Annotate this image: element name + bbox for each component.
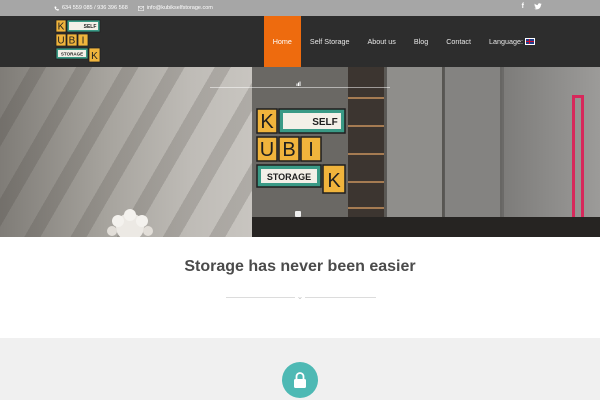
logo-storage: STORAGE <box>61 52 83 57</box>
phone-text: 634 559 085 / 936 396 568 <box>62 5 128 11</box>
site-header: K SELF U B I STORAGE K Home Self Storage… <box>0 16 600 67</box>
logo-letter-i: I <box>82 36 85 47</box>
contact-info: 634 559 085 / 936 396 568 info@kubikself… <box>54 5 213 11</box>
logo-letter-u: U <box>57 36 64 47</box>
hero-banner: K SELF U B I STORAGE K <box>0 67 600 237</box>
hero-logo-storage: STORAGE <box>267 172 311 182</box>
hero-logo-letter-i: I <box>308 139 314 161</box>
nav-blog[interactable]: Blog <box>405 16 437 67</box>
logo-self: SELF <box>84 24 97 30</box>
slider-grid-icon[interactable] <box>296 81 301 86</box>
hero-door-right <box>444 67 500 237</box>
lock-feature-badge <box>282 362 318 398</box>
phone-info: 634 559 085 / 936 396 568 <box>54 5 128 11</box>
hero-logo-self: SELF <box>312 117 338 128</box>
phone-icon <box>54 6 59 11</box>
nav-language-label: Language: <box>489 37 523 46</box>
hero-shelves <box>348 67 384 237</box>
nav-about-us[interactable]: About us <box>358 16 404 67</box>
nav-contact[interactable]: Contact <box>437 16 480 67</box>
hero-logo-letter-b: B <box>282 139 295 161</box>
hero-glass-panel <box>502 67 600 237</box>
facebook-icon[interactable]: f <box>522 3 524 10</box>
slider-dot[interactable] <box>295 211 301 217</box>
email-text[interactable]: info@kubikselfstorage.com <box>147 5 213 11</box>
chevron-down-icon: ⌄ <box>295 292 305 302</box>
social-links: f <box>522 3 542 10</box>
hero-logo-letter-k2: K <box>327 170 341 192</box>
mail-icon <box>137 5 144 11</box>
hero-logo-letter-k1: K <box>260 111 274 133</box>
top-bar: 634 559 085 / 936 396 568 info@kubikself… <box>0 0 600 16</box>
hero-logo-letter-u: U <box>260 139 274 161</box>
tagline-heading: Storage has never been easier <box>184 258 416 275</box>
lock-icon <box>294 372 306 388</box>
hero-door-left <box>386 67 442 237</box>
kubik-logo[interactable]: K SELF U B I STORAGE K <box>55 19 101 65</box>
hero-sculpture <box>107 209 153 237</box>
hero-floor <box>252 217 600 237</box>
logo-letter-b: B <box>69 36 76 47</box>
twitter-icon[interactable] <box>534 3 542 10</box>
email-info[interactable]: info@kubikselfstorage.com <box>137 5 213 11</box>
logo-letter-k2: K <box>91 51 98 62</box>
logo-letter-k1: K <box>58 22 65 33</box>
hero-divider-line <box>210 87 390 88</box>
uk-flag-icon <box>525 38 535 45</box>
hero-kubik-logo: K SELF U B I STORAGE K <box>256 108 346 194</box>
nav-self-storage[interactable]: Self Storage <box>301 16 359 67</box>
nav-home[interactable]: Home <box>263 16 301 67</box>
nav-language[interactable]: Language: <box>480 16 543 67</box>
main-nav: Home Self Storage About us Blog Contact … <box>263 16 543 67</box>
hero-door-handle <box>572 95 584 225</box>
